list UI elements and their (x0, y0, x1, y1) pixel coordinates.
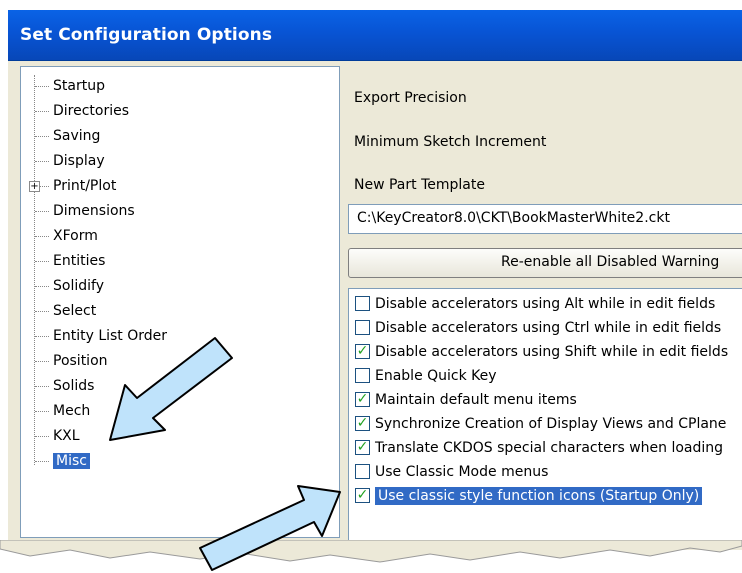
option-label: Disable accelerators using Ctrl while in… (375, 320, 722, 336)
tree-item-display[interactable]: Display (53, 150, 105, 172)
tree-connector-line (34, 75, 35, 465)
tree-connector-line (35, 236, 49, 237)
checked-checkbox[interactable]: ✓ (355, 344, 370, 359)
checked-checkbox[interactable]: ✓ (355, 392, 370, 407)
option-label: Disable accelerators using Alt while in … (375, 296, 716, 312)
checked-checkbox[interactable]: ✓ (355, 416, 370, 431)
new-part-template-field[interactable]: C:\KeyCreator8.0\CKT\BookMasterWhite2.ck… (348, 204, 742, 234)
option-label: Use Classic Mode menus (375, 464, 549, 480)
tree-item-xform[interactable]: XForm (53, 225, 98, 247)
dialog-title: Set Configuration Options (20, 25, 273, 45)
tree-item-entities[interactable]: Entities (53, 250, 105, 272)
unchecked-checkbox[interactable] (355, 368, 370, 383)
tree-item-label: Mech (53, 403, 91, 419)
min-sketch-increment-label: Minimum Sketch Increment (354, 134, 547, 150)
tree-item-misc[interactable]: Misc (53, 450, 90, 472)
tree-item-label: Dimensions (53, 203, 135, 219)
title-bar[interactable]: Set Configuration Options (8, 10, 742, 61)
config-dialog: Set Configuration Options Startup Directo… (8, 10, 742, 550)
tree-expand-plus-icon[interactable]: + (29, 181, 40, 192)
tree-item-label: Solidify (53, 278, 104, 294)
tree-item-select[interactable]: Select (53, 300, 96, 322)
tree-item-label: Solids (53, 378, 95, 394)
tree-item-label: Directories (53, 103, 130, 119)
tree-connector-line (35, 261, 49, 262)
tree-item-mech[interactable]: Mech (53, 400, 90, 422)
settings-panel: Export Precision Minimum Sketch Incremen… (338, 66, 742, 546)
tree-item-solids[interactable]: Solids (53, 375, 94, 397)
arrow-to-classic-icons-option-icon (199, 485, 341, 571)
tree-item-label: Misc (53, 453, 90, 469)
tree-connector-line (35, 461, 49, 462)
tree-connector-line (35, 86, 49, 87)
option-label: Enable Quick Key (375, 368, 497, 384)
tree-item-label: Print/Plot (53, 178, 117, 194)
options-checklist: Disable accelerators using Alt while in … (348, 288, 742, 546)
option-label: Use classic style function icons (Startu… (375, 487, 703, 505)
checked-checkbox[interactable]: ✓ (355, 488, 370, 503)
unchecked-checkbox[interactable] (355, 320, 370, 335)
option-label: Maintain default menu items (375, 392, 577, 408)
export-precision-label: Export Precision (354, 90, 467, 106)
tree-item-label: Select (53, 303, 97, 319)
tree-item-label: Saving (53, 128, 101, 144)
tree-connector-line (35, 286, 49, 287)
tree-connector-line (35, 386, 49, 387)
tree-item-label: XForm (53, 228, 98, 244)
tree-item-label: KXL (53, 428, 80, 444)
tree-item-directories[interactable]: Directories (53, 100, 129, 122)
tree-connector-line (35, 336, 49, 337)
tree-connector-line (35, 436, 49, 437)
tree-connector-line (35, 136, 49, 137)
tree-connector-line (35, 161, 49, 162)
tree-item-saving[interactable]: Saving (53, 125, 100, 147)
tree-connector-line (35, 311, 49, 312)
tree-item-solidify[interactable]: Solidify (53, 275, 104, 297)
tree-item-dimensions[interactable]: Dimensions (53, 200, 135, 222)
options-tree[interactable]: Startup Directories Saving Display + Print/Pl… (20, 66, 340, 538)
tree-item-label: Display (53, 153, 105, 169)
option-label: Translate CKDOS special characters when … (375, 440, 724, 456)
tree-connector-line (35, 361, 49, 362)
torn-edge-decoration (0, 540, 742, 563)
tree-item-print-plot[interactable]: Print/Plot (53, 175, 116, 197)
unchecked-checkbox[interactable] (355, 296, 370, 311)
tree-connector-line (35, 111, 49, 112)
option-label: Synchronize Creation of Display Views an… (375, 416, 727, 432)
tree-connector-line (35, 211, 49, 212)
tree-connector-line (35, 411, 49, 412)
tree-item-label: Entities (53, 253, 106, 269)
checked-checkbox[interactable]: ✓ (355, 440, 370, 455)
tree-item-label: Startup (53, 78, 105, 94)
new-part-template-label: New Part Template (354, 177, 485, 193)
option-label: Disable accelerators using Shift while i… (375, 344, 729, 360)
tree-item-startup[interactable]: Startup (53, 75, 105, 97)
arrow-to-misc-icon (109, 337, 233, 441)
unchecked-checkbox[interactable] (355, 464, 370, 479)
tree-item-kxl[interactable]: KXL (53, 425, 80, 447)
reenable-warnings-button[interactable]: Re-enable all Disabled Warning (348, 248, 742, 278)
